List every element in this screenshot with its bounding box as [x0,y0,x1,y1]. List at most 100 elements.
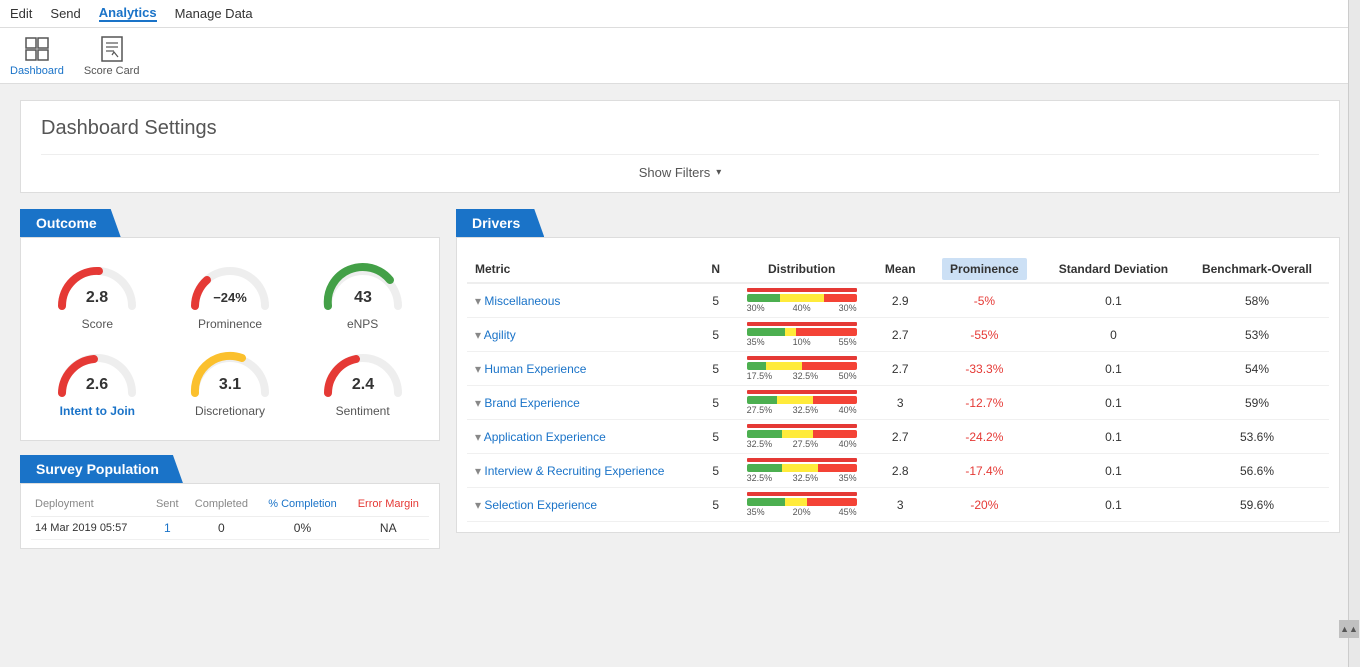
col-sent: Sent [149,492,185,517]
show-filters-button[interactable]: Show Filters ▾ [41,154,1319,180]
svg-text:43: 43 [354,289,372,306]
drivers-section: Drivers Metric N Distribution Mean Promi… [456,209,1340,533]
two-col-layout: Outcome 2.8 Score [20,209,1340,549]
std-dev-cell: 0.1 [1042,352,1185,386]
std-dev-cell: 0.1 [1042,386,1185,420]
survey-sent[interactable]: 1 [149,517,185,540]
intent-label: Intent to Join [60,404,135,418]
prominence-cell: -17.4% [927,454,1042,488]
dashboard-label: Dashboard [10,65,64,77]
enps-label: eNPS [347,317,378,331]
top-nav: Edit Send Analytics Manage Data [0,0,1360,28]
nav-manage-data[interactable]: Manage Data [175,6,253,21]
sentiment-gauge-svg: 2.4 [318,345,408,400]
drivers-col-prominence: Prominence [927,256,1042,283]
mean-cell: 2.7 [874,352,927,386]
n-cell: 5 [702,488,730,522]
sentiment-gauge: 2.4 Sentiment [318,345,408,418]
metric-link[interactable]: Brand Experience [484,396,579,410]
left-column: Outcome 2.8 Score [20,209,440,549]
distribution-cell: 35% 10% 55% [730,318,874,352]
svg-text:2.8: 2.8 [86,289,108,306]
benchmark-cell: 59% [1185,386,1329,420]
drivers-col-distribution: Distribution [730,256,874,283]
drivers-row: ▾ Human Experience 5 17.5% 32.5% 50% [467,352,1329,386]
nav-analytics[interactable]: Analytics [99,5,157,22]
drivers-header: Drivers [456,209,544,237]
prominence-cell: -5% [927,283,1042,318]
survey-population-table: Deployment Sent Completed % Completion E… [31,492,429,540]
outcome-header: Outcome [20,209,121,237]
distribution-cell: 32.5% 27.5% 40% [730,420,874,454]
scorecard-toolbar-item[interactable]: Score Card [84,35,140,77]
benchmark-cell: 58% [1185,283,1329,318]
metric-link[interactable]: Agility [484,328,516,342]
scrollbar[interactable]: ▲▲ [1348,0,1360,667]
col-completed: Completed [185,492,257,517]
benchmark-cell: 59.6% [1185,488,1329,522]
scorecard-label: Score Card [84,65,140,77]
gauges-row-2: 2.6 Intent to Join 3.1 Discretionary [21,341,439,428]
std-dev-cell: 0.1 [1042,420,1185,454]
benchmark-cell: 53.6% [1185,420,1329,454]
n-cell: 5 [702,454,730,488]
drivers-col-n: N [702,256,730,283]
expand-icon[interactable]: ▾ [475,294,484,308]
intent-gauge-svg: 2.6 [52,345,142,400]
discretionary-gauge: 3.1 Discretionary [185,345,275,418]
dashboard-icon [23,35,51,63]
metric-link[interactable]: Application Experience [484,430,606,444]
metric-link[interactable]: Miscellaneous [484,294,560,308]
survey-population-card: Deployment Sent Completed % Completion E… [20,483,440,549]
prominence-label: Prominence [198,317,262,331]
drivers-table: Metric N Distribution Mean Prominence St… [467,256,1329,522]
outcome-section: Outcome 2.8 Score [20,209,440,441]
prominence-gauge-svg: −24% [185,258,275,313]
distribution-cell: 32.5% 32.5% 35% [730,454,874,488]
scroll-up-icon[interactable]: ▲▲ [1339,620,1359,638]
dashboard-toolbar-item[interactable]: Dashboard [10,35,64,77]
drivers-col-benchmark: Benchmark-Overall [1185,256,1329,283]
col-completion: % Completion [257,492,347,517]
metric-link[interactable]: Interview & Recruiting Experience [484,464,664,478]
drivers-row: ▾ Selection Experience 5 35% 20% 45% [467,488,1329,522]
metric-cell: ▾ Human Experience [467,352,702,386]
metric-cell: ▾ Selection Experience [467,488,702,522]
sentiment-label: Sentiment [336,404,390,418]
expand-icon[interactable]: ▾ [475,498,484,512]
score-gauge-svg: 2.8 [52,258,142,313]
n-cell: 5 [702,386,730,420]
prominence-cell: -55% [927,318,1042,352]
metric-link[interactable]: Human Experience [484,362,586,376]
chevron-down-icon: ▾ [716,167,721,178]
n-cell: 5 [702,352,730,386]
toolbar: Dashboard Score Card [0,28,1360,84]
mean-cell: 3 [874,488,927,522]
discretionary-gauge-svg: 3.1 [185,345,275,400]
metric-link[interactable]: Selection Experience [484,498,597,512]
metric-cell: ▾ Brand Experience [467,386,702,420]
nav-edit[interactable]: Edit [10,6,32,21]
drivers-col-metric: Metric [467,256,702,283]
metric-cell: ▾ Interview & Recruiting Experience [467,454,702,488]
mean-cell: 3 [874,386,927,420]
benchmark-cell: 54% [1185,352,1329,386]
expand-icon[interactable]: ▾ [475,362,484,376]
drivers-card: Metric N Distribution Mean Prominence St… [456,237,1340,533]
benchmark-cell: 56.6% [1185,454,1329,488]
n-cell: 5 [702,283,730,318]
distribution-cell: 17.5% 32.5% 50% [730,352,874,386]
svg-text:−24%: −24% [213,290,247,305]
drivers-row: ▾ Miscellaneous 5 30% 40% 30% [467,283,1329,318]
mean-cell: 2.7 [874,318,927,352]
expand-icon[interactable]: ▾ [475,430,484,444]
std-dev-cell: 0 [1042,318,1185,352]
svg-text:2.4: 2.4 [352,376,374,393]
survey-completed: 0 [185,517,257,540]
expand-icon[interactable]: ▾ [475,328,484,342]
drivers-row: ▾ Interview & Recruiting Experience 5 32… [467,454,1329,488]
n-cell: 5 [702,318,730,352]
expand-icon[interactable]: ▾ [475,464,484,478]
nav-send[interactable]: Send [50,6,80,21]
expand-icon[interactable]: ▾ [475,396,484,410]
